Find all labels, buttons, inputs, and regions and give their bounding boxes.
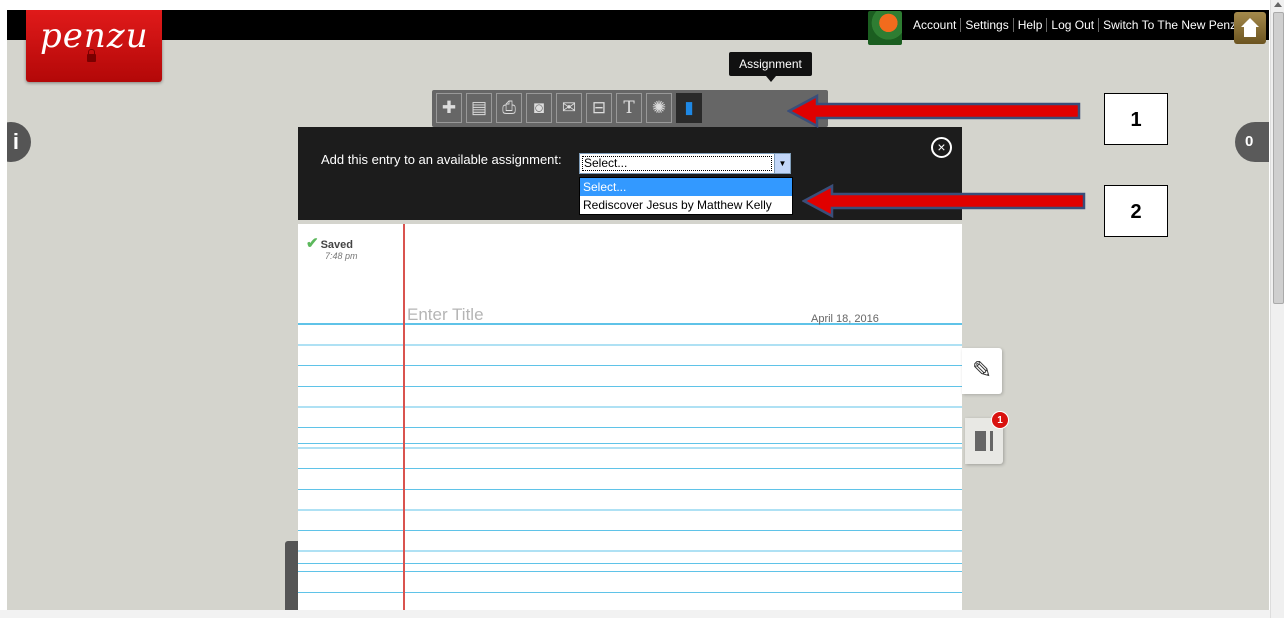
top-bar: Account Settings Help Log Out Switch To … xyxy=(7,10,1269,45)
saved-time: 7:48 pm xyxy=(325,251,358,261)
bottom-strip xyxy=(0,610,1270,618)
annotation-arrow-1 xyxy=(787,93,1081,129)
entry-toolbar: ✚ ▤ ⎙ ◙ ✉ ⊟ T ✺ ▮ xyxy=(432,90,828,127)
vertical-scrollbar[interactable] xyxy=(1270,0,1284,618)
saved-status: ✔ Saved xyxy=(306,234,353,252)
select-value: Select... xyxy=(584,156,628,170)
email-icon[interactable]: ✉ xyxy=(556,93,582,123)
home-icon[interactable] xyxy=(1234,12,1266,44)
sparkle-icon[interactable]: ✺ xyxy=(646,93,672,123)
account-link[interactable]: Account xyxy=(909,18,960,32)
help-link[interactable]: Help xyxy=(1012,18,1047,32)
assignment-label: Add this entry to an available assignmen… xyxy=(321,152,562,167)
notebook-icon xyxy=(975,431,993,451)
callout-2: 2 xyxy=(1104,185,1168,237)
user-avatar[interactable] xyxy=(868,11,902,45)
plus-icon[interactable]: ✚ xyxy=(436,93,462,123)
annotation-arrow-2 xyxy=(802,183,1086,219)
pencil-icon[interactable]: ✎ xyxy=(962,348,1002,394)
left-tab[interactable] xyxy=(285,541,298,610)
assignment-select[interactable]: Select... ▼ xyxy=(579,153,791,174)
check-icon: ✔ xyxy=(306,235,319,252)
scroll-up-icon[interactable] xyxy=(1274,2,1282,7)
penzu-app: Account Settings Help Log Out Switch To … xyxy=(7,10,1269,610)
logout-link[interactable]: Log Out xyxy=(1046,18,1098,32)
settings-link[interactable]: Settings xyxy=(960,18,1012,32)
penzu-logo[interactable]: penzu xyxy=(26,10,162,82)
print-icon[interactable]: ⎙ xyxy=(496,93,522,123)
callout-1: 1 xyxy=(1104,93,1168,145)
assignment-icon[interactable]: ▮ xyxy=(676,93,702,123)
chevron-down-icon[interactable]: ▼ xyxy=(774,154,790,173)
title-input[interactable] xyxy=(407,305,727,325)
margin-line xyxy=(403,224,405,610)
assignment-dropdown: Select... Rediscover Jesus by Matthew Ke… xyxy=(579,177,793,215)
option-select[interactable]: Select... xyxy=(580,178,792,196)
info-button[interactable]: i xyxy=(7,122,31,162)
lock-icon xyxy=(87,49,96,62)
notification-badge: 1 xyxy=(991,411,1009,429)
document-icon[interactable]: ▤ xyxy=(466,93,492,123)
switch-penzu-link[interactable]: Switch To The New Penzu xyxy=(1098,18,1247,32)
ruled-lines xyxy=(298,324,962,610)
arrow-1-shape xyxy=(787,93,1081,129)
assignment-tooltip: Assignment xyxy=(729,52,812,82)
scroll-thumb[interactable] xyxy=(1273,12,1284,304)
archive-icon[interactable]: ⊟ xyxy=(586,93,612,123)
close-circle-icon[interactable]: × xyxy=(931,137,952,158)
page-count-button[interactable]: 0 xyxy=(1235,122,1269,162)
journal-page: ✔Saved 7:48 pm April 18, 2016 xyxy=(298,224,962,610)
font-icon[interactable]: T xyxy=(616,93,642,123)
saved-label: Saved xyxy=(320,239,353,251)
top-links: Account Settings Help Log Out Switch To … xyxy=(909,18,1247,32)
photo-icon[interactable]: ◙ xyxy=(526,93,552,123)
option-rediscover-jesus[interactable]: Rediscover Jesus by Matthew Kelly xyxy=(580,196,792,214)
entry-date[interactable]: April 18, 2016 xyxy=(811,313,879,325)
arrow-2-shape xyxy=(802,183,1086,219)
